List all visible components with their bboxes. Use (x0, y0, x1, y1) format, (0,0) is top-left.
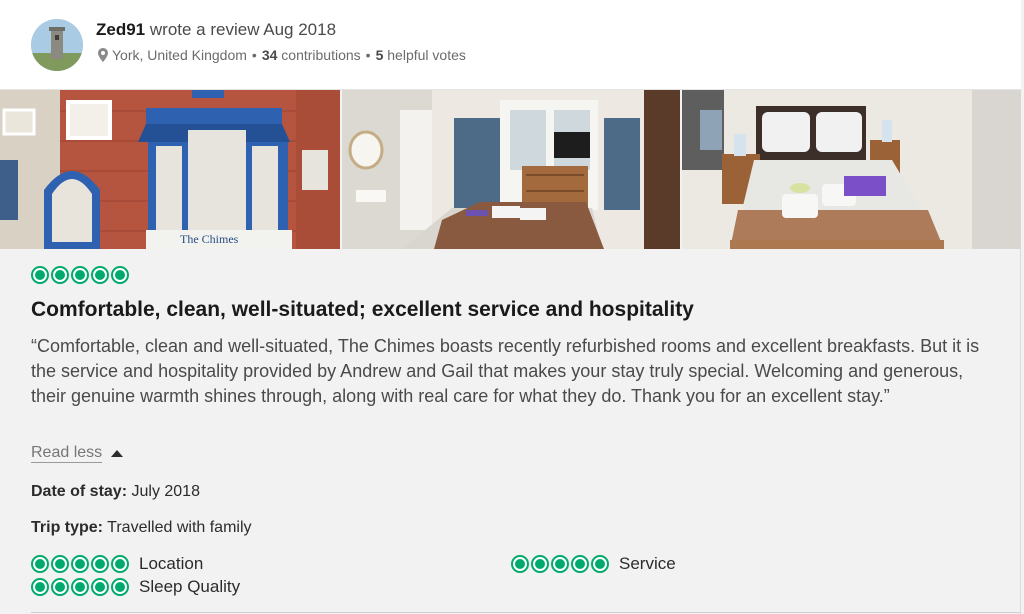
avatar[interactable] (31, 19, 83, 71)
review-title[interactable]: Comfortable, clean, well-situated; excel… (31, 298, 694, 322)
divider (31, 612, 1021, 613)
subrating-bubbles (31, 555, 129, 573)
contributions-count: 34 (261, 47, 278, 63)
bedroom-photo[interactable] (342, 90, 680, 249)
subrating-location: Location (31, 554, 203, 574)
rating-bubble-icon (111, 555, 129, 573)
review-action-text: wrote a review Aug 2018 (149, 20, 337, 39)
rating-bubble-icon (51, 266, 69, 284)
rating-bubble-icon (71, 555, 89, 573)
date-of-stay-value: July 2018 (131, 483, 200, 500)
rating-bubble-icon (91, 555, 109, 573)
review-card: Zed91 wrote a review Aug 2018 York, Unit… (0, 0, 1021, 614)
reviewer-line: Zed91 wrote a review Aug 2018 (96, 20, 336, 40)
review-header: Zed91 wrote a review Aug 2018 York, Unit… (0, 0, 1021, 90)
location-pin-icon (98, 48, 108, 62)
reviewer-location: York, United Kingdom (112, 47, 247, 63)
rating-bubble-icon (591, 555, 609, 573)
building-exterior-photo[interactable]: The Chimes (0, 90, 340, 249)
read-less-label[interactable]: Read less (31, 444, 103, 463)
subrating-bubbles (511, 555, 609, 573)
trip-type: Trip type: Travelled with family (31, 519, 252, 537)
building-sign-text: The Chimes (180, 232, 239, 246)
read-less-toggle[interactable]: Read less (31, 444, 124, 463)
contributions-label: contributions (281, 47, 361, 63)
rating-bubble-icon (31, 266, 49, 284)
subrating-label: Sleep Quality (139, 577, 241, 596)
rating-bubble-icon (91, 578, 109, 596)
rating-bubble-icon (91, 266, 109, 284)
rating-bubble-icon (71, 266, 89, 284)
rating-bubble-icon (51, 555, 69, 573)
reviewer-name[interactable]: Zed91 (96, 20, 145, 39)
rating-bubble-icon (51, 578, 69, 596)
double-bedroom-photo[interactable] (682, 90, 1021, 249)
subrating-sleep-quality: Sleep Quality (31, 577, 240, 597)
rating-bubble-icon (111, 578, 129, 596)
rating-bubble-icon (71, 578, 89, 596)
trip-type-value: Travelled with family (107, 519, 252, 536)
date-of-stay: Date of stay: July 2018 (31, 483, 200, 501)
rating-bubble-icon (511, 555, 529, 573)
helpful-votes-label: helpful votes (387, 47, 466, 63)
rating-bubble-icon (31, 578, 49, 596)
rating-bubble-icon (571, 555, 589, 573)
review-body: “Comfortable, clean and well-situated, T… (31, 336, 980, 406)
date-of-stay-label: Date of stay: (31, 483, 128, 500)
subrating-label: Service (619, 554, 676, 573)
review-rating-bubbles (31, 266, 129, 284)
reviewer-meta: York, United Kingdom • 34 contributions … (98, 47, 466, 63)
caret-up-icon (111, 450, 124, 457)
trip-type-label: Trip type: (31, 519, 104, 536)
subrating-label: Location (139, 554, 204, 573)
rating-bubble-icon (111, 266, 129, 284)
subrating-service: Service (511, 554, 676, 574)
rating-bubble-icon (531, 555, 549, 573)
meta-separator: • (365, 47, 371, 63)
review-photos: The Chimes (0, 90, 1021, 249)
rating-bubble-icon (551, 555, 569, 573)
meta-separator: • (251, 47, 257, 63)
helpful-votes-count: 5 (375, 47, 384, 63)
rating-bubble-icon (31, 555, 49, 573)
subrating-bubbles (31, 578, 129, 596)
